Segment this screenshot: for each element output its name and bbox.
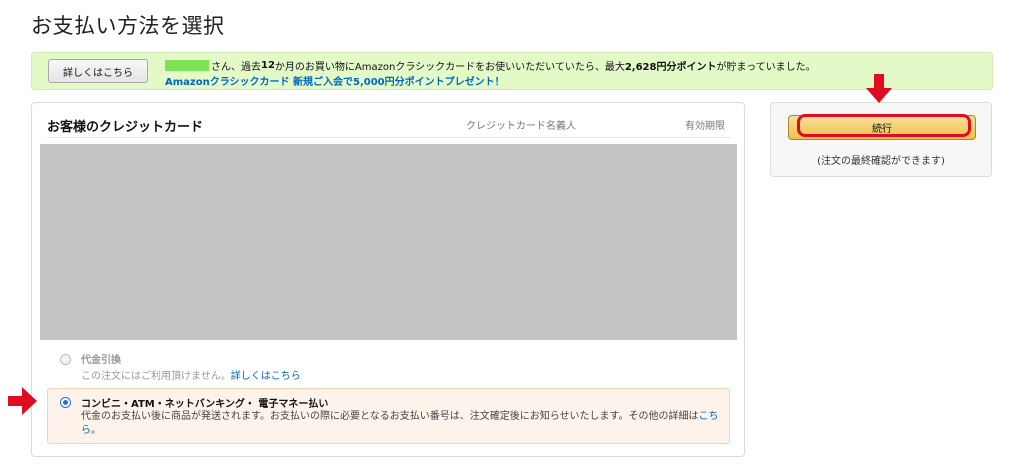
promo-offer-link[interactable]: Amazonクラシックカード 新規ご入会で5,000円分ポイントプレゼント！ (165, 73, 505, 88)
redacted-name (165, 60, 209, 71)
column-cardholder: クレジットカード名義人 (466, 121, 576, 132)
convenience-radio[interactable] (60, 397, 71, 408)
redacted-card-list (40, 144, 737, 340)
arrow-down-icon (866, 74, 892, 103)
order-sidebar: 続行 (注文の最終確認ができます) (770, 102, 992, 177)
continue-note: (注文の最終確認ができます) (817, 156, 945, 167)
divider (47, 137, 731, 138)
convenience-description: 代金のお支払い後に商品が発送されます。お支払いの際に必要となるお支払い番号は、注… (81, 411, 719, 436)
credit-card-heading: お客様のクレジットカード (47, 120, 204, 135)
promo-details-button[interactable]: 詳しくはこちら (48, 59, 148, 83)
promo-message: さん、過去 12 か月のお買い物にAmazonクラシックカードをお使いいただいて… (165, 58, 816, 73)
cod-description: この注文にはご利用頂けません。詳しくはこちら (81, 371, 301, 382)
arrow-right-icon (8, 387, 37, 415)
page-title: お支払い方法を選択 (31, 14, 225, 38)
payment-option-convenience[interactable]: コンビニ・ATM・ネットバンキング・ 電子マネー払い 代金のお支払い後に商品が発… (47, 388, 730, 444)
cod-radio (60, 354, 71, 365)
cod-details-link[interactable]: 詳しくはこちら (231, 371, 301, 382)
convenience-title: コンビニ・ATM・ネットバンキング・ 電子マネー払い (81, 399, 329, 410)
cod-title: 代金引換 (81, 355, 121, 366)
column-expiry: 有効期限 (685, 121, 725, 132)
promo-banner: 詳しくはこちら さん、過去 12 か月のお買い物にAmazonクラシックカードを… (31, 52, 993, 90)
continue-button[interactable]: 続行 (788, 115, 976, 140)
credit-card-panel: お客様のクレジットカード クレジットカード名義人 有効期限 代金引換 この注文に… (31, 102, 745, 457)
payment-option-cod: 代金引換 この注文にはご利用頂けません。詳しくはこちら (54, 350, 734, 382)
